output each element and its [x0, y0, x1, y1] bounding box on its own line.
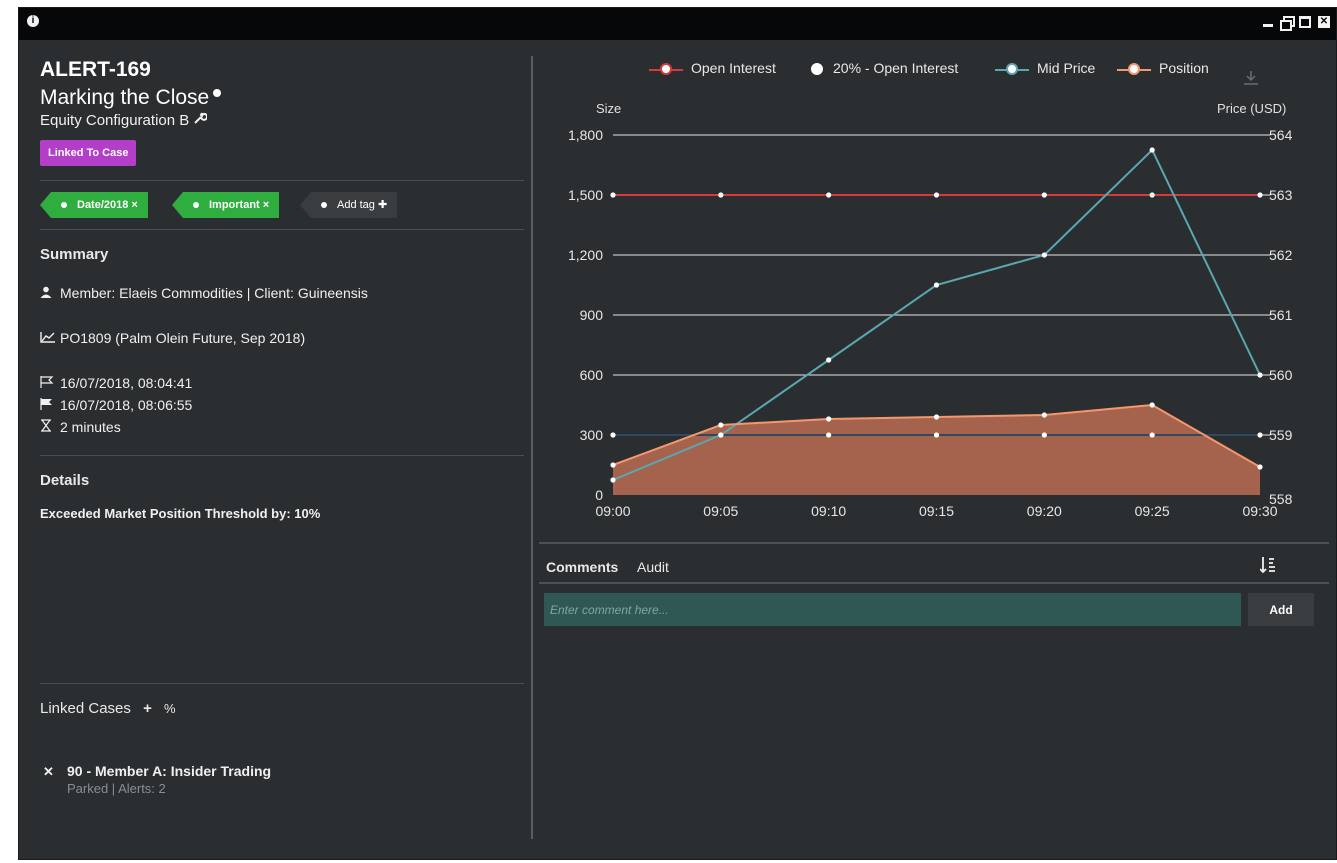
data-point	[826, 416, 832, 422]
remove-case-icon[interactable]: ✕	[43, 764, 54, 780]
linked-case-status: Parked | Alerts: 2	[67, 781, 166, 796]
add-case-icon[interactable]: +	[143, 700, 152, 717]
x-tick-label: 09:25	[1135, 503, 1170, 519]
right-tick-label: 564	[1269, 127, 1293, 143]
data-point	[1257, 372, 1263, 378]
left-tick-label: 900	[580, 307, 604, 323]
data-point	[826, 432, 832, 438]
data-point	[933, 432, 940, 438]
data-point	[933, 414, 940, 420]
data-point	[718, 432, 724, 438]
linked-case-title[interactable]: 90 - Member A: Insider Trading	[67, 763, 271, 779]
data-point	[1041, 432, 1047, 438]
tabs-divider	[539, 582, 1329, 584]
divider	[40, 683, 524, 684]
x-tick-label: 09:30	[1242, 503, 1277, 519]
data-point	[1041, 192, 1047, 198]
data-point	[1149, 147, 1155, 153]
x-tick-label: 09:05	[703, 503, 738, 519]
data-point	[933, 192, 940, 198]
left-tick-label: 300	[580, 427, 604, 443]
right-tick-label: 563	[1269, 187, 1293, 203]
linked-cases-label: Linked Cases	[40, 700, 131, 717]
data-point	[1149, 192, 1155, 198]
data-point	[718, 192, 724, 198]
data-point	[1149, 432, 1155, 438]
data-point	[933, 282, 940, 288]
linked-cases-heading: Linked Cases + %	[40, 700, 176, 717]
right-tick-label: 562	[1269, 247, 1293, 263]
x-tick-label: 09:00	[595, 503, 630, 519]
left-tick-label: 0	[595, 487, 603, 503]
comments-top-divider	[539, 542, 1329, 544]
data-point	[610, 432, 616, 438]
left-tick-label: 1,500	[568, 187, 603, 203]
left-tick-label: 1,800	[568, 127, 603, 143]
alert-window: i ✕ ALERT-169 Marking the Close Equity C…	[18, 7, 1337, 860]
data-point	[1149, 402, 1155, 408]
x-tick-label: 09:10	[811, 503, 846, 519]
data-point	[826, 192, 832, 198]
tab-audit[interactable]: Audit	[637, 559, 669, 575]
data-point	[1257, 192, 1263, 198]
data-point	[610, 462, 616, 468]
add-comment-button[interactable]: Add	[1248, 593, 1314, 626]
data-point	[1257, 432, 1263, 438]
right-tick-label: 560	[1269, 367, 1293, 383]
chart-grid	[613, 134, 1270, 436]
left-tick-label: 600	[580, 367, 604, 383]
data-point	[826, 357, 832, 363]
data-point	[1257, 464, 1263, 470]
data-point	[610, 477, 616, 483]
data-point	[1041, 412, 1047, 418]
data-point	[610, 192, 616, 198]
right-tick-label: 561	[1269, 307, 1293, 323]
sort-icon[interactable]	[1259, 556, 1276, 579]
x-tick-label: 09:15	[919, 503, 954, 519]
data-point	[1041, 252, 1047, 258]
x-tick-label: 09:20	[1027, 503, 1062, 519]
left-tick-label: 1,200	[568, 247, 603, 263]
right-tick-label: 559	[1269, 427, 1293, 443]
data-point	[718, 422, 724, 428]
link-icon[interactable]: %	[164, 701, 176, 716]
tab-comments[interactable]: Comments	[546, 559, 618, 575]
comment-input[interactable]	[544, 593, 1241, 626]
chart-canvas: 03006009001,2001,5001,800558559560561562…	[568, 127, 1293, 519]
